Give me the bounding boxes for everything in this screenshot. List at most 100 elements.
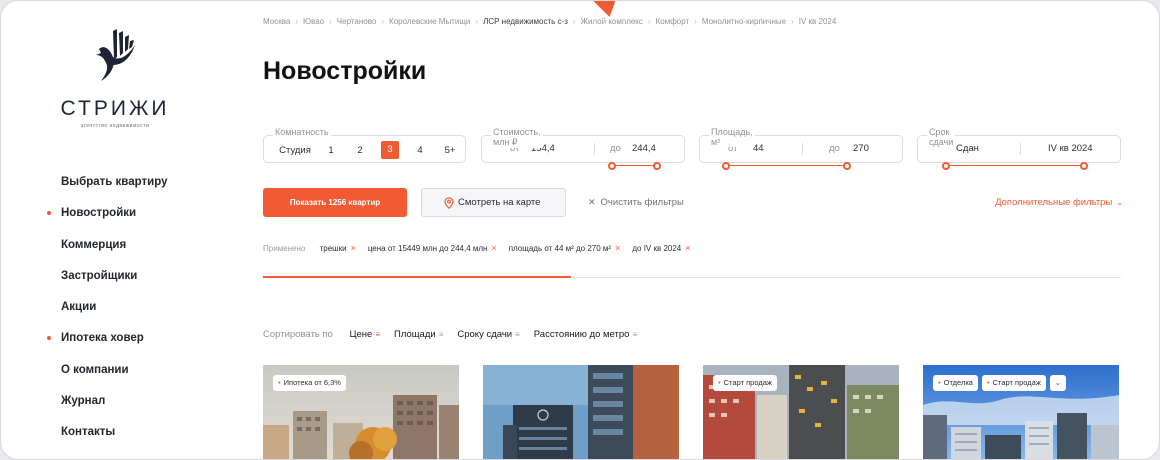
card-badge-label: Отделка	[943, 378, 973, 387]
logo-name: СТРИЖИ	[60, 97, 170, 120]
sort-option[interactable]: Площади ≡	[394, 329, 443, 340]
page-title: Новостройки	[263, 57, 427, 85]
clear-filters-label: Очистить фильтры	[600, 197, 684, 208]
applied-filter-label: трешки	[319, 244, 347, 253]
pointer-arrow-icon	[593, 1, 621, 17]
sidebar-item[interactable]: Контакты	[61, 425, 167, 456]
deadline-slider-min-handle[interactable]	[942, 162, 950, 170]
property-card[interactable]: • Ипотека от 6,3%	[263, 365, 459, 459]
active-dot-icon	[47, 211, 51, 216]
price-slider-max-handle[interactable]	[653, 162, 661, 170]
breadcrumb-link[interactable]: Ювао	[303, 17, 324, 26]
room-option[interactable]: Студия	[279, 145, 311, 156]
divider	[1020, 143, 1021, 155]
sidebar-item[interactable]: Выбрать квартиру	[61, 175, 167, 206]
breadcrumb-separator-icon: ›	[475, 17, 479, 26]
sort-icon: ≡	[438, 330, 444, 339]
sort-option-label: Площади	[393, 329, 436, 340]
room-option[interactable]: 4	[417, 145, 422, 156]
price-slider-min-handle[interactable]	[608, 162, 616, 170]
view-on-map-label: Смотреть на карте	[458, 197, 541, 208]
applied-filter-tag[interactable]: трешки ×	[319, 243, 356, 253]
remove-filter-icon[interactable]: ×	[351, 243, 356, 253]
breadcrumb-separator-icon: ›	[381, 17, 385, 26]
badge-dot-icon: •	[938, 378, 941, 387]
sort-option-label: Сроку сдачи	[457, 329, 513, 340]
area-slider-track	[727, 165, 847, 166]
area-slider-min-handle[interactable]	[722, 162, 730, 170]
chevron-down-icon[interactable]: ⌄	[1049, 375, 1066, 391]
sidebar-item[interactable]: Коммерция	[61, 238, 167, 269]
room-option[interactable]: 3	[381, 141, 399, 159]
remove-filter-icon[interactable]: ×	[491, 243, 496, 253]
applied-filter-tag[interactable]: цена от 15449 млн до 244,4 млн ×	[368, 243, 497, 253]
breadcrumb-link[interactable]: Москва	[263, 17, 290, 26]
filter-rooms-label: Комнатность	[273, 127, 331, 137]
applied-filter-label: до IV кв 2024	[632, 244, 682, 253]
breadcrumb-link[interactable]: ЛСР недвижимость с-з	[483, 17, 568, 26]
breadcrumb-separator-icon: ›	[329, 17, 332, 26]
deadline-to-input[interactable]: IV кв 2024	[1048, 136, 1093, 162]
sidebar-item-label: Застройщики	[61, 269, 138, 282]
sort-option[interactable]: Сроку сдачи ≡	[457, 329, 519, 340]
sidebar-item[interactable]: Новостройки	[47, 206, 167, 237]
breadcrumb-link[interactable]: Чертаново	[337, 17, 377, 26]
room-option[interactable]: 1	[328, 145, 333, 156]
more-filters-label: Дополнительные фильтры	[995, 197, 1113, 208]
sort-option-label: Расстоянию до метро	[533, 329, 630, 340]
card-badge: • Отделка	[933, 375, 978, 391]
applied-filter-tag[interactable]: площадь от 44 м² до 270 м² ×	[509, 243, 621, 253]
breadcrumb-separator-icon: ›	[572, 17, 576, 26]
sort-option[interactable]: Цене ≡	[349, 329, 380, 340]
map-pin-icon	[444, 197, 454, 209]
filter-area-label: Площадь, м²	[709, 127, 755, 147]
sidebar-item-label: Коммерция	[61, 238, 127, 251]
card-badge: • Старт продаж	[713, 375, 777, 391]
sidebar-item[interactable]: Застройщики	[61, 269, 167, 300]
view-on-map-button[interactable]: Смотреть на карте	[421, 188, 566, 217]
sort-bar: Сортировать по Цене ≡ Площади ≡ Сроку сдачи ≡…	[263, 329, 637, 340]
deadline-slider-max-handle[interactable]	[1080, 162, 1088, 170]
more-filters-button[interactable]: Дополнительные фильтры ⌄	[995, 197, 1123, 208]
divider-active-segment	[263, 276, 571, 278]
breadcrumb-link[interactable]: Королевские Мытищи	[389, 17, 470, 26]
sort-option[interactable]: Расстоянию до метро ≡	[534, 329, 637, 340]
filter-deadline-label: Срок сдачи	[927, 127, 956, 147]
area-slider-max-handle[interactable]	[843, 162, 851, 170]
room-option[interactable]: 2	[357, 145, 362, 156]
room-option[interactable]: 5+	[445, 145, 456, 156]
property-card[interactable]: • Отделка • Старт продаж ⌄	[923, 365, 1119, 459]
sidebar-item[interactable]: Ипотека ховер	[47, 331, 167, 362]
main-nav: Выбрать квартиру Новостройки Коммерция Заст…	[47, 175, 167, 457]
sidebar-item-label: О компании	[61, 363, 129, 376]
show-apartments-button[interactable]: Показать 1256 квартир	[263, 188, 407, 217]
breadcrumb-link[interactable]: Комфорт	[656, 17, 690, 26]
sort-icon: ≡	[515, 330, 520, 339]
applied-filter-tag[interactable]: до IV кв 2024 ×	[632, 243, 690, 253]
property-card[interactable]	[483, 365, 679, 459]
applied-label: Применено	[263, 244, 306, 253]
sidebar-item[interactable]: Журнал	[61, 394, 167, 425]
sidebar-item[interactable]: Акции	[61, 300, 167, 331]
clear-filters-button[interactable]: ✕ Очистить фильтры	[588, 197, 684, 208]
deadline-from-input[interactable]: Сдан	[956, 136, 979, 162]
remove-filter-icon[interactable]: ×	[615, 243, 620, 253]
price-to-input[interactable]: 244,4	[632, 136, 656, 162]
sidebar-item-label: Ипотека ховер	[61, 332, 144, 345]
card-badge: • Ипотека от 6,3%	[273, 375, 346, 391]
area-to-input[interactable]: 270	[853, 136, 869, 162]
property-card[interactable]: • Старт продаж	[703, 365, 899, 459]
deadline-slider-track	[947, 165, 1084, 166]
sidebar-item[interactable]: О компании	[61, 363, 167, 394]
breadcrumb-link[interactable]: Жилой комплекс	[581, 17, 643, 26]
sidebar-item-label: Акции	[61, 301, 97, 314]
breadcrumb-link[interactable]: Монолитно-кирпичные	[702, 17, 786, 26]
breadcrumb-link[interactable]: IV кв 2024	[799, 17, 837, 26]
card-badge-label: Старт продаж	[992, 378, 1041, 387]
logo-subtitle: агентство недвижимости	[80, 123, 150, 129]
price-to-label: до	[610, 143, 621, 154]
card-badge-label: Ипотека от 6,3%	[283, 378, 341, 387]
remove-filter-icon[interactable]: ×	[685, 243, 690, 253]
divider	[594, 143, 595, 155]
close-icon: ✕	[588, 197, 596, 207]
